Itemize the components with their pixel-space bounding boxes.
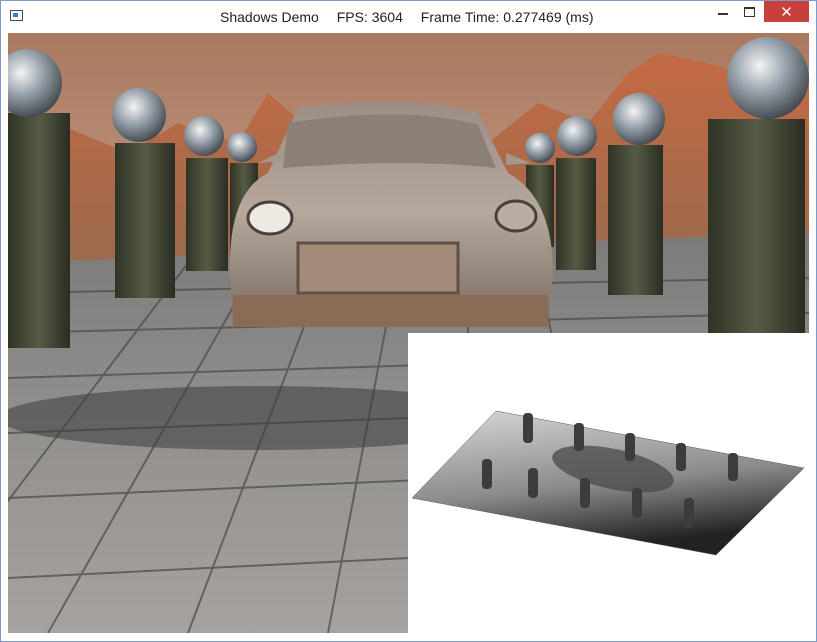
app-icon[interactable] — [10, 10, 23, 21]
render-viewport[interactable] — [8, 33, 809, 633]
window-title: Shadows Demo FPS: 3604 Frame Time: 0.277… — [220, 9, 608, 25]
shadow-map-icon — [411, 410, 805, 556]
minimize-icon — [718, 13, 728, 15]
maximize-icon — [743, 7, 755, 17]
frame-time-readout: Frame Time: 0.277469 (ms) — [420, 9, 594, 25]
fps-counter: FPS: 3604 — [336, 9, 403, 25]
close-icon: ✕ — [780, 3, 793, 21]
shadow-map-preview — [408, 333, 809, 633]
close-button[interactable]: ✕ — [764, 1, 809, 22]
app-window: Shadows Demo FPS: 3604 Frame Time: 0.277… — [0, 0, 817, 642]
app-title: Shadows Demo — [220, 9, 319, 25]
minimize-button[interactable] — [710, 1, 736, 23]
maximize-button[interactable] — [736, 1, 762, 23]
title-bar[interactable]: Shadows Demo FPS: 3604 Frame Time: 0.277… — [1, 1, 816, 33]
